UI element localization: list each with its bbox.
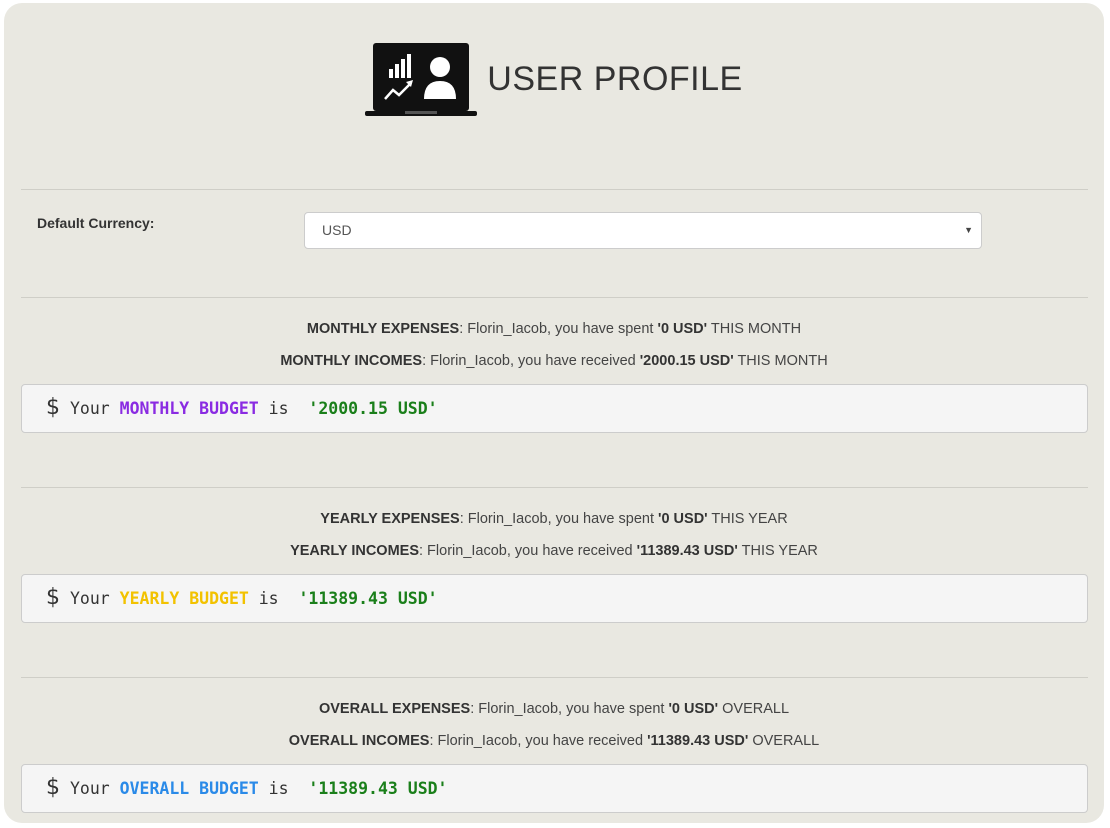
budget-prefix: Your [70,779,120,798]
divider [21,677,1088,678]
chevron-down-icon: ▼ [964,225,973,235]
budget-is: is [248,589,299,608]
overall-expenses-suffix: OVERALL [718,701,790,717]
monthly-budget-keyword: MONTHLY BUDGET [119,399,259,418]
yearly-incomes-text: : Florin_Iacob, you have received [419,543,637,559]
yearly-expenses-label: YEARLY EXPENSES [320,511,460,527]
monthly-incomes-line: MONTHLY INCOMES: Florin_Iacob, you have … [4,353,1104,369]
overall-incomes-label: OVERALL INCOMES [288,733,430,749]
yearly-incomes-value: '11389.43 USD' [636,543,738,559]
yearly-expenses-suffix: THIS YEAR [707,511,788,527]
yearly-budget-value: '11389.43 USD' [298,589,438,608]
overall-expenses-line: OVERALL EXPENSES: Florin_Iacob, you have… [4,701,1104,717]
yearly-incomes-label: YEARLY INCOMES [290,543,419,559]
overall-expenses-label: OVERALL EXPENSES [318,701,471,717]
currency-select[interactable]: USD ▼ [304,212,982,249]
dollar-icon: $ [46,775,60,800]
dollar-icon: $ [46,585,60,610]
profile-panel: USER PROFILE Default Currency: USD ▼ MON… [4,3,1104,823]
yearly-expenses-text: : Florin_Iacob, you have spent [459,511,659,527]
budget-prefix: Your [70,589,120,608]
monthly-expenses-label: MONTHLY EXPENSES [306,321,460,337]
yearly-incomes-suffix: THIS YEAR [737,543,818,559]
budget-is: is [258,779,309,798]
overall-expenses-value: '0 USD' [668,701,719,717]
monthly-expenses-text: : Florin_Iacob, you have spent [459,321,658,337]
divider [21,297,1088,298]
overall-expenses-text: : Florin_Iacob, you have spent [470,701,669,717]
monthly-incomes-suffix: THIS MONTH [733,353,828,369]
laptop-profile-analytics-icon [365,43,478,116]
monthly-incomes-value: '2000.15 USD' [639,353,734,369]
yearly-budget-keyword: YEARLY BUDGET [119,589,249,608]
default-currency-label: Default Currency: [37,215,155,231]
page-header: USER PROFILE [4,43,1104,119]
overall-incomes-text: : Florin_Iacob, you have received [429,733,648,749]
overall-incomes-suffix: OVERALL [748,733,820,749]
overall-incomes-line: OVERALL INCOMES: Florin_Iacob, you have … [4,733,1104,749]
budget-prefix: Your [70,399,120,418]
monthly-incomes-text: : Florin_Iacob, you have received [422,353,640,369]
yearly-incomes-line: YEARLY INCOMES: Florin_Iacob, you have r… [4,543,1104,559]
overall-budget-box: $ Your OVERALL BUDGET is '11389.43 USD' [21,764,1088,813]
monthly-expenses-suffix: THIS MONTH [707,321,802,337]
yearly-expenses-value: '0 USD' [658,511,708,527]
monthly-expenses-line: MONTHLY EXPENSES: Florin_Iacob, you have… [4,321,1104,337]
yearly-expenses-line: YEARLY EXPENSES: Florin_Iacob, you have … [4,511,1104,527]
currency-selected-value: USD [322,222,352,238]
monthly-budget-value: '2000.15 USD' [308,399,438,418]
overall-budget-value: '11389.43 USD' [308,779,448,798]
monthly-expenses-value: '0 USD' [657,321,708,337]
monthly-budget-box: $ Your MONTHLY BUDGET is '2000.15 USD' [21,384,1088,433]
divider [21,487,1088,488]
page-title: USER PROFILE [487,59,743,98]
yearly-budget-box: $ Your YEARLY BUDGET is '11389.43 USD' [21,574,1088,623]
monthly-incomes-label: MONTHLY INCOMES [280,353,423,369]
overall-budget-keyword: OVERALL BUDGET [119,779,259,798]
overall-incomes-value: '11389.43 USD' [647,733,749,749]
divider [21,189,1088,190]
dollar-icon: $ [46,395,60,420]
budget-is: is [258,399,309,418]
